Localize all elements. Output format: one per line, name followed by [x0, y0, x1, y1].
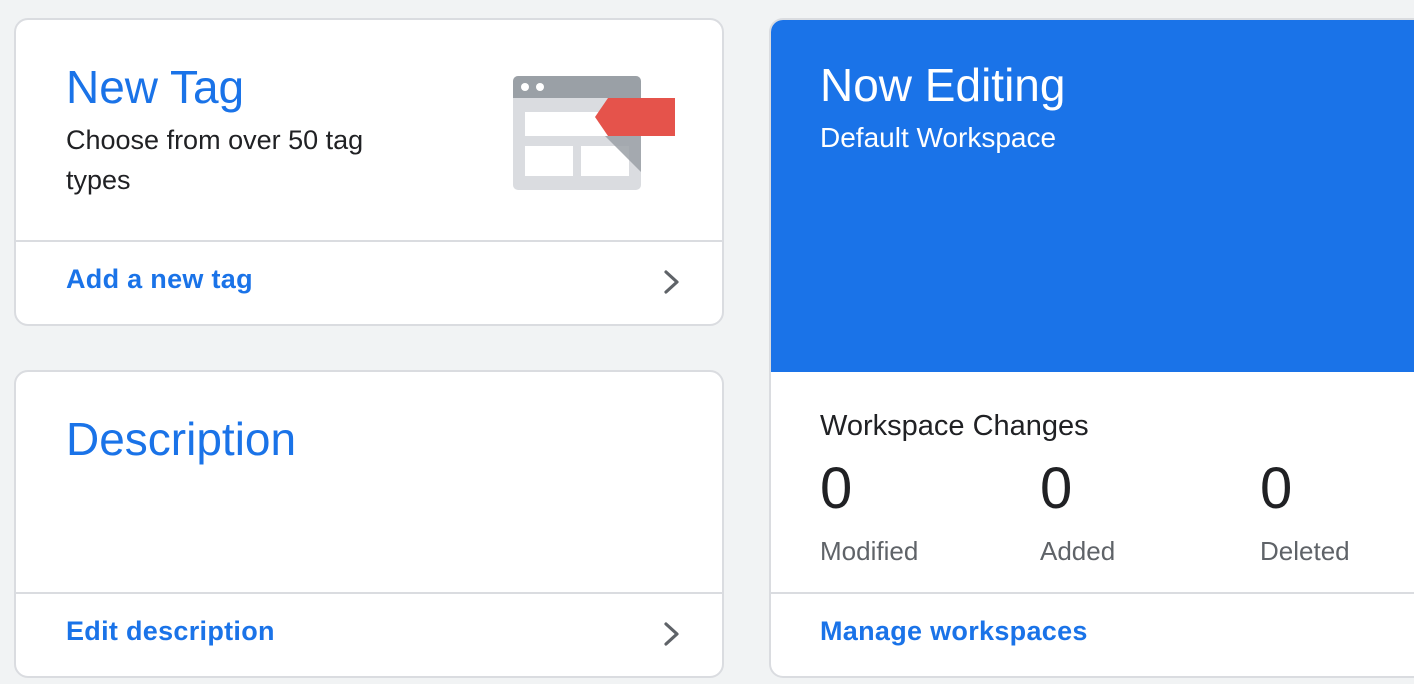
workspace-changes-title: Workspace Changes: [820, 410, 1089, 442]
stat-modified-label: Modified: [820, 536, 919, 566]
chevron-right-icon: [664, 622, 679, 646]
add-new-tag-link[interactable]: Add a new tag: [16, 240, 722, 324]
stat-added: 0 Added: [1040, 460, 1115, 567]
stat-deleted-value: 0: [1260, 456, 1293, 521]
description-title: Description: [66, 413, 297, 465]
stat-modified-value: 0: [820, 456, 853, 521]
manage-workspaces-label: Manage workspaces: [820, 616, 1088, 646]
stat-added-value: 0: [1040, 456, 1073, 521]
stat-deleted: 0 Deleted: [1260, 460, 1350, 567]
tag-page-illustration-icon[interactable]: [513, 76, 677, 190]
new-tag-subtitle: Choose from over 50 tag types: [66, 125, 364, 195]
manage-workspaces-link[interactable]: Manage workspaces: [771, 592, 1414, 676]
now-editing-title: Now Editing: [820, 59, 1066, 111]
description-card: Description Edit description: [14, 370, 724, 678]
stat-added-label: Added: [1040, 536, 1116, 566]
edit-description-label: Edit description: [66, 616, 275, 646]
stat-modified: 0 Modified: [820, 460, 918, 567]
add-new-tag-label: Add a new tag: [66, 264, 253, 294]
workspace-card: Now Editing Default Workspace Workspace …: [769, 18, 1414, 678]
new-tag-card: New Tag Choose from over 50 tag types Ad…: [14, 18, 724, 326]
stat-deleted-label: Deleted: [1260, 536, 1350, 566]
new-tag-title: New Tag: [66, 61, 245, 113]
chevron-right-icon: [664, 270, 679, 294]
now-editing-header: Now Editing Default Workspace: [771, 20, 1414, 372]
edit-description-link[interactable]: Edit description: [16, 592, 722, 676]
workspace-name: Default Workspace: [820, 122, 1057, 153]
